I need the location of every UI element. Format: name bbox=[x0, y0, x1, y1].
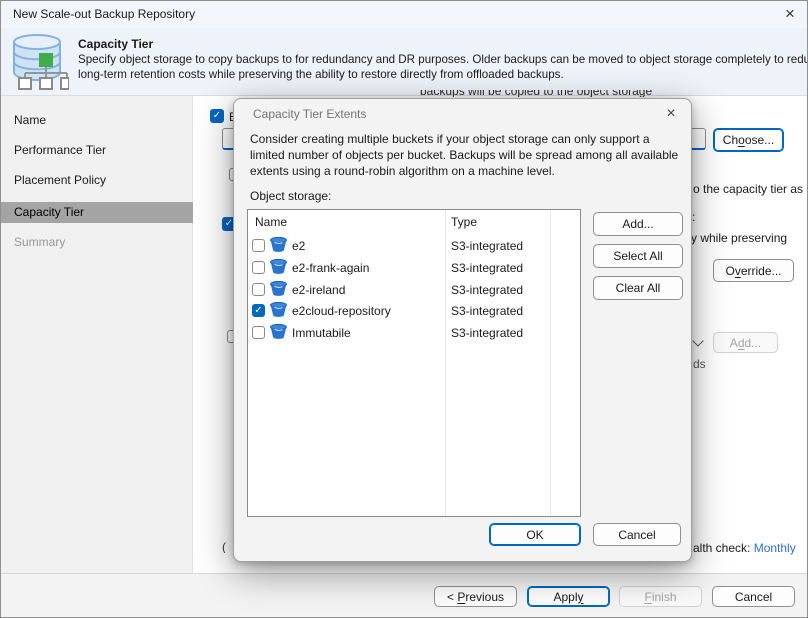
extent-type: S3-integrated bbox=[451, 304, 523, 318]
wizard-steps-sidebar: Name Performance Tier Placement Policy C… bbox=[0, 96, 193, 573]
dialog-body-line3: extents using a round-robin algorithm on… bbox=[250, 164, 555, 178]
bucket-icon bbox=[270, 281, 287, 299]
extent-name: Immutabile bbox=[292, 326, 351, 340]
extent-type: S3-integrated bbox=[451, 261, 523, 275]
add-extent-button[interactable]: Add... bbox=[593, 212, 683, 236]
dialog-body-line1: Consider creating multiple buckets if yo… bbox=[250, 132, 650, 146]
health-check-text-fragment: alth check: Monthly bbox=[693, 541, 796, 555]
apply-button[interactable]: Apply bbox=[527, 586, 610, 607]
row-checkbox[interactable] bbox=[252, 304, 265, 317]
page-title: Capacity Tier bbox=[78, 37, 153, 51]
extent-type: S3-integrated bbox=[451, 239, 523, 253]
extent-name: e2-frank-again bbox=[292, 261, 369, 275]
extent-row[interactable]: e2 S3-integrated bbox=[251, 235, 576, 256]
row-checkbox[interactable] bbox=[252, 283, 265, 296]
title-bar: New Scale-out Backup Repository × bbox=[0, 0, 808, 28]
select-all-button[interactable]: Select All bbox=[593, 244, 683, 268]
extent-row[interactable]: e2-ireland S3-integrated bbox=[251, 279, 576, 300]
extent-row[interactable]: Immutabile S3-integrated bbox=[251, 322, 576, 343]
extent-row[interactable]: e2-frank-again S3-integrated bbox=[251, 257, 576, 278]
extent-name: e2-ireland bbox=[292, 283, 345, 297]
monthly-link[interactable]: Monthly bbox=[754, 541, 796, 555]
column-header-name[interactable]: Name bbox=[255, 215, 287, 229]
column-header-type[interactable]: Type bbox=[451, 215, 477, 229]
capacity-tier-text-fragment: o the capacity tier as bbox=[693, 182, 803, 196]
finish-button: Finish bbox=[619, 586, 702, 607]
row-checkbox[interactable] bbox=[252, 326, 265, 339]
wizard-header: Capacity Tier Specify object storage to … bbox=[0, 28, 808, 96]
sidebar-item-performance-tier[interactable]: Performance Tier bbox=[0, 140, 193, 161]
clear-all-button[interactable]: Clear All bbox=[593, 276, 683, 300]
sidebar-item-summary: Summary bbox=[0, 232, 193, 253]
dialog-body-line2: limited number of objects per bucket. Ba… bbox=[250, 148, 678, 162]
colon-text-fragment: : bbox=[692, 210, 695, 224]
extend-capacity-checkbox[interactable] bbox=[210, 109, 224, 123]
bucket-icon bbox=[270, 302, 287, 320]
bucket-icon bbox=[270, 259, 287, 277]
extent-name: e2cloud-repository bbox=[292, 304, 391, 318]
dialog-cancel-button[interactable]: Cancel bbox=[593, 523, 681, 546]
sidebar-item-placement-policy[interactable]: Placement Policy bbox=[0, 170, 193, 191]
extent-type: S3-integrated bbox=[451, 326, 523, 340]
capacity-tier-extents-dialog: Capacity Tier Extents × Consider creatin… bbox=[233, 98, 692, 562]
preserving-text-fragment: y while preserving bbox=[691, 231, 787, 245]
page-description-line2: long-term retention costs while preservi… bbox=[78, 68, 564, 81]
add-password-button: Add... bbox=[713, 332, 778, 353]
paren-text-fragment: ( bbox=[222, 540, 230, 553]
row-checkbox[interactable] bbox=[252, 261, 265, 274]
bucket-icon bbox=[270, 324, 287, 342]
choose-button[interactable]: Choose... bbox=[713, 128, 784, 152]
previous-button[interactable]: < Previous bbox=[434, 586, 517, 607]
object-storage-label: Object storage: bbox=[250, 189, 331, 203]
extent-type: S3-integrated bbox=[451, 283, 523, 297]
page-description-line1: Specify object storage to copy backups t… bbox=[78, 53, 808, 66]
clipped-text-fragment: backups will be copied to the object sto… bbox=[420, 90, 655, 97]
row-checkbox[interactable] bbox=[252, 239, 265, 252]
sidebar-item-capacity-tier[interactable]: Capacity Tier bbox=[0, 202, 193, 223]
cancel-button[interactable]: Cancel bbox=[712, 586, 795, 607]
sidebar-item-name[interactable]: Name bbox=[0, 110, 193, 131]
scale-out-repository-icon bbox=[9, 33, 69, 94]
extent-name: e2 bbox=[292, 239, 305, 253]
ds-text-fragment: ds bbox=[693, 357, 706, 371]
dialog-close-icon[interactable]: × bbox=[660, 103, 682, 125]
object-storage-list[interactable]: Name Type e2 S3-integrated e2-frank-agai… bbox=[247, 209, 581, 517]
window-title: New Scale-out Backup Repository bbox=[13, 7, 195, 21]
dialog-title: Capacity Tier Extents bbox=[253, 107, 366, 121]
bucket-icon bbox=[270, 237, 287, 255]
ok-button[interactable]: OK bbox=[489, 523, 581, 546]
chevron-down-icon bbox=[692, 335, 703, 346]
close-icon[interactable]: × bbox=[779, 3, 801, 25]
override-button[interactable]: Override... bbox=[713, 259, 794, 282]
extent-row[interactable]: e2cloud-repository S3-integrated bbox=[251, 300, 576, 321]
